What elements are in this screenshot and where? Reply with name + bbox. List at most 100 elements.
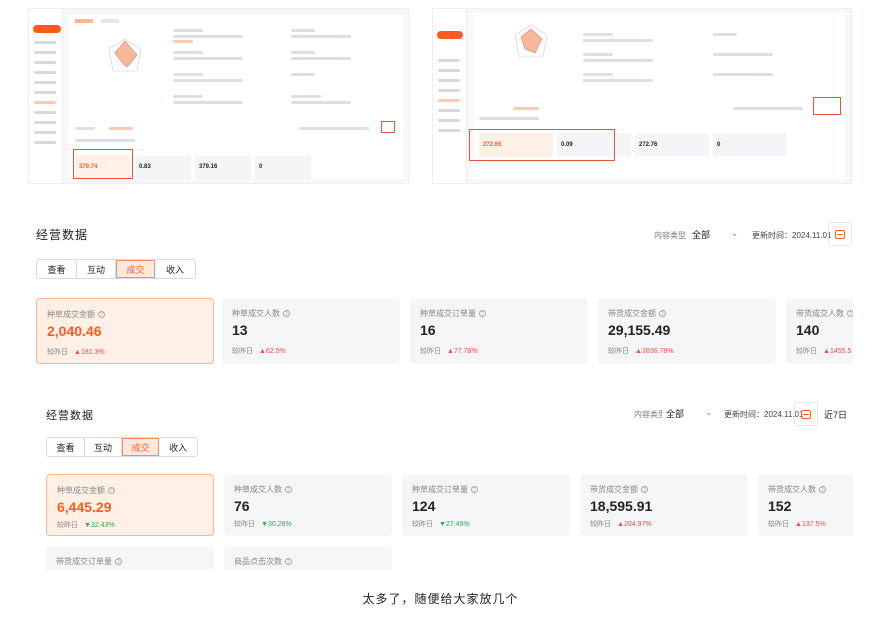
metric-card[interactable]: 种草成交人数? 13 较昨日 ▲62.5% — [222, 298, 400, 364]
metric-card[interactable]: 带货成交金额? 18,595.91 较昨日 ▲204.97% — [580, 474, 748, 536]
business-data-panel-1: 经营数据 内容类型 全部 ⌄ 更新时间：2024.11.01 查看 互动 成交 … — [28, 210, 853, 378]
thumb-card: 0.83 — [135, 155, 191, 179]
content-type-value: 全部 — [666, 408, 685, 419]
content-type-label: 内容类型 — [654, 231, 686, 240]
change-up: ▲2836.78% — [635, 348, 674, 355]
change-down: ▼30.28% — [261, 521, 292, 528]
metric-tabs: 查看 互动 成交 收入 — [46, 437, 198, 457]
change-up: ▲204.97% — [617, 521, 652, 528]
tab-view[interactable]: 查看 — [47, 438, 85, 456]
content-type-select[interactable]: 全部 ⌄ — [688, 224, 744, 244]
help-icon: ? — [819, 486, 826, 494]
thumbnail-sidebar — [29, 9, 63, 183]
compare-label: 较昨日 — [590, 521, 611, 528]
metric-label: 种草成交金额 — [47, 310, 95, 319]
help-icon: ? — [285, 486, 292, 494]
panel-title: 经营数据 — [36, 228, 89, 242]
metric-card[interactable]: 种草成交订单量? 16 较昨日 ▲77.78% — [410, 298, 588, 364]
highlight-box — [73, 149, 133, 179]
tab-deal[interactable]: 成交 — [116, 260, 155, 278]
chevron-down-icon: ⌄ — [705, 408, 712, 417]
metric-card[interactable]: 种草成交订单量? 124 较昨日 ▼27.49% — [402, 474, 570, 536]
metric-card[interactable]: 商品点击次数? — [224, 546, 392, 570]
arrow-down-icon: ▼ — [261, 521, 268, 528]
metric-card[interactable]: 带货成交人数? 140 较昨日 ▲1455.5 — [786, 298, 853, 364]
calendar-icon — [835, 229, 845, 239]
highlight-box — [469, 129, 615, 161]
change-up: ▲137.5% — [795, 521, 826, 528]
change-up: ▲181.3% — [74, 349, 105, 356]
metric-value: 13 — [232, 322, 248, 338]
highlight-box — [381, 121, 395, 133]
change-down: ▼27.49% — [439, 521, 470, 528]
date-range-button[interactable]: 近7日 — [824, 408, 847, 421]
compare-label: 较昨日 — [232, 348, 253, 355]
metric-value: 76 — [234, 498, 250, 514]
metric-label: 商品点击次数 — [234, 557, 282, 566]
compare-label: 较昨日 — [234, 521, 255, 528]
tab-deal[interactable]: 成交 — [122, 438, 159, 456]
metric-tabs: 查看 互动 成交 收入 — [36, 259, 196, 279]
metric-value: 6,445.29 — [57, 499, 112, 515]
panel-title: 经营数据 — [46, 410, 94, 422]
business-data-panel-2: 经营数据 内容类型 全部 ⌄ 更新时间：2024.11.01 近7日 查看 互动… — [28, 392, 853, 570]
thumb-card: 0 — [255, 155, 311, 179]
help-icon: ? — [115, 558, 122, 566]
help-icon: ? — [659, 310, 666, 318]
metric-value: 29,155.49 — [608, 322, 671, 338]
metric-value: 2,040.46 — [47, 323, 102, 339]
thumb-card: 0 — [713, 133, 787, 157]
change-up: ▲1455.5 — [823, 348, 852, 355]
metric-card[interactable]: 种草成交金额? 6,445.29 较昨日 ▼32.43% — [46, 474, 214, 536]
compare-label: 较昨日 — [608, 348, 629, 355]
help-icon: ? — [471, 486, 478, 494]
metric-card[interactable]: 种草成交金额? 2,040.46 较昨日 ▲181.3% — [36, 298, 214, 364]
metric-label: 带货成交人数 — [796, 309, 844, 318]
metric-value: 152 — [768, 498, 792, 514]
screenshot-thumbnail-left: 379.74 0.83 379.16 0 — [28, 8, 410, 184]
arrow-down-icon: ▼ — [84, 522, 91, 529]
arrow-up-icon: ▲ — [795, 521, 802, 528]
change-up: ▲77.78% — [447, 348, 478, 355]
compare-label: 较昨日 — [47, 349, 68, 356]
metric-label: 带货成交人数 — [768, 485, 816, 494]
metric-label: 种草成交订单量 — [420, 309, 476, 318]
metric-value: 124 — [412, 498, 436, 514]
radar-chart-thumb — [514, 24, 548, 58]
thumbnail-sidebar — [433, 9, 467, 183]
metric-label: 种草成交人数 — [232, 309, 280, 318]
metric-card[interactable]: 带货成交金额? 29,155.49 较昨日 ▲2836.78% — [598, 298, 776, 364]
tab-interact[interactable]: 互动 — [77, 260, 116, 278]
metric-card[interactable]: 种草成交人数? 76 较昨日 ▼30.28% — [224, 474, 392, 536]
radar-chart-thumb — [108, 38, 142, 72]
screenshot-thumbnail-right: 272.65 0.09 272.76 0 — [432, 8, 852, 184]
metric-label: 带货成交金额 — [608, 309, 656, 318]
update-time: 更新时间：2024.11.01 — [752, 231, 832, 240]
article-caption: 太多了，随便给大家放几个 — [362, 592, 519, 606]
content-type-select[interactable]: 全部 ⌄ — [662, 403, 718, 423]
update-time: 更新时间：2024.11.01 — [724, 410, 804, 419]
help-icon: ? — [479, 310, 486, 318]
metric-value: 140 — [796, 322, 820, 338]
tab-interact[interactable]: 互动 — [85, 438, 122, 456]
arrow-up-icon: ▲ — [74, 349, 81, 356]
tab-income[interactable]: 收入 — [159, 438, 197, 456]
metric-value: 18,595.91 — [590, 498, 653, 514]
metric-card[interactable]: 带货成交人数? 152 较昨日 ▲137.5% — [758, 474, 853, 536]
compare-label: 较昨日 — [768, 521, 789, 528]
help-icon: ? — [285, 558, 292, 566]
thumb-card: 272.76 — [635, 133, 709, 157]
tab-view[interactable]: 查看 — [37, 260, 77, 278]
metric-value: 16 — [420, 322, 436, 338]
change-up: ▲62.5% — [259, 348, 286, 355]
compare-label: 较昨日 — [57, 522, 78, 529]
metric-label: 带货成交金额 — [590, 485, 638, 494]
metric-card[interactable]: 带货成交订单量? — [46, 546, 214, 570]
tab-income[interactable]: 收入 — [155, 260, 195, 278]
highlight-box — [813, 97, 841, 115]
compare-label: 较昨日 — [796, 348, 817, 355]
help-icon: ? — [283, 310, 290, 318]
compare-label: 较昨日 — [420, 348, 441, 355]
calendar-button[interactable] — [794, 402, 818, 426]
calendar-button[interactable] — [828, 222, 852, 246]
